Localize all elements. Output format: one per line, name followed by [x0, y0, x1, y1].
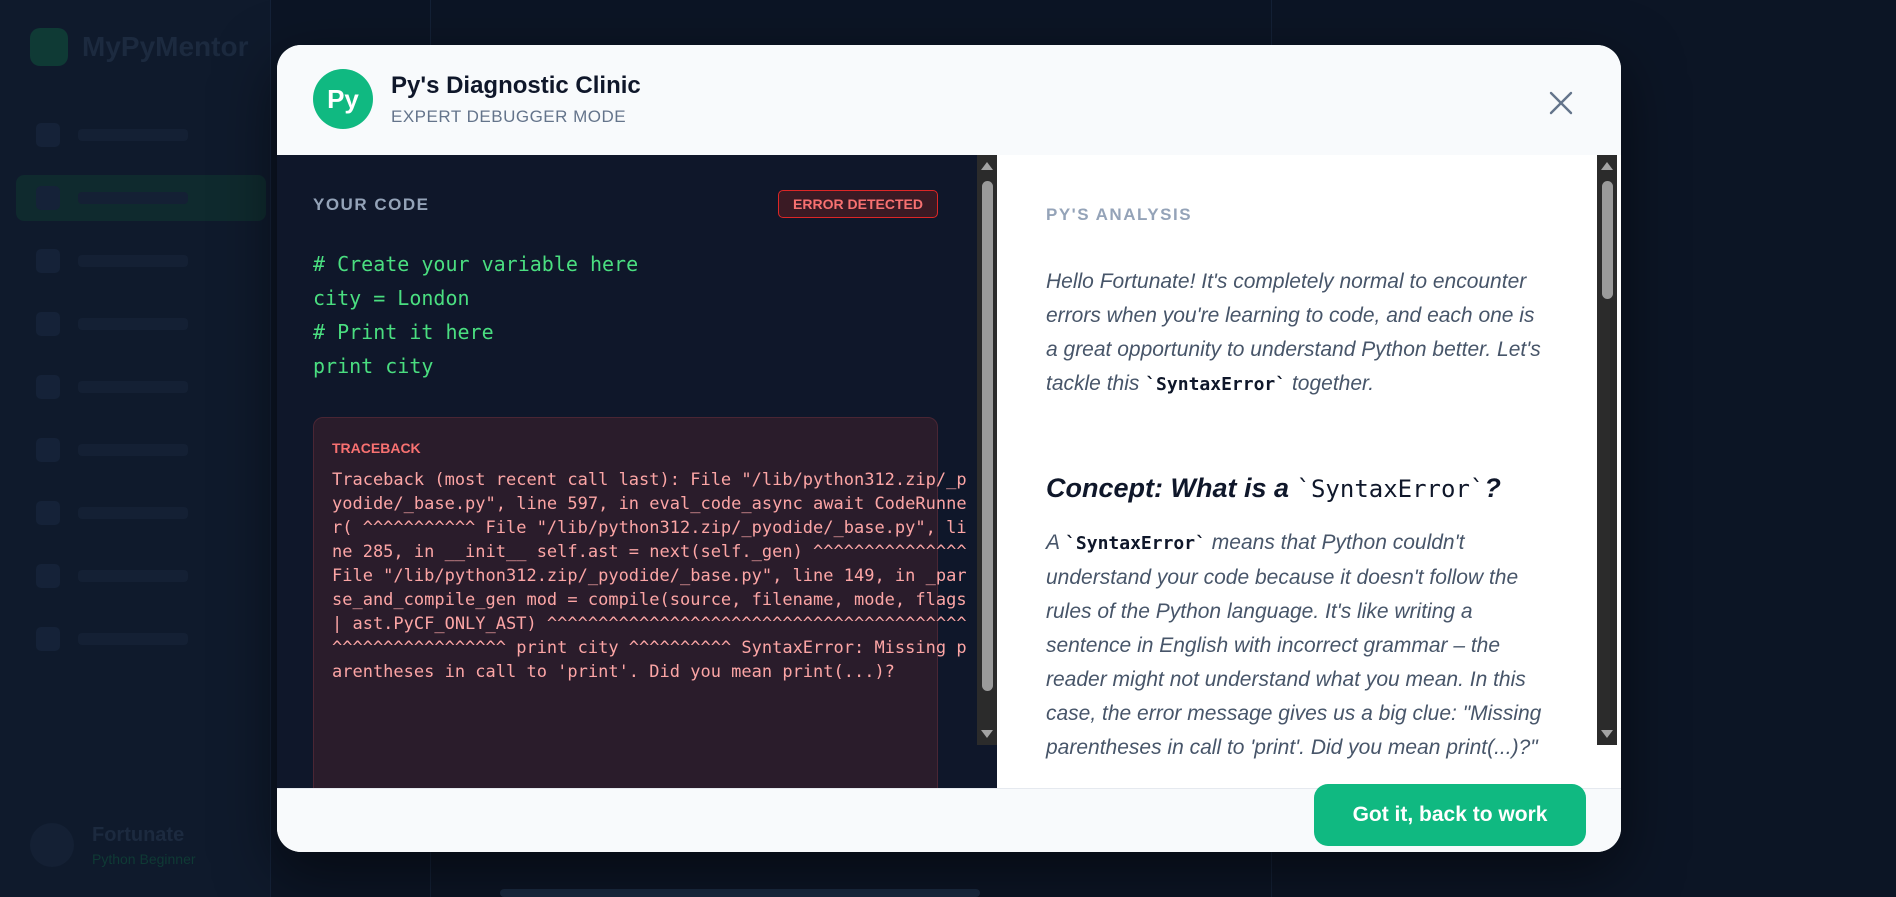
- nav-icon: [36, 375, 60, 399]
- py-avatar: Py: [313, 69, 373, 129]
- nav-icon: [36, 627, 60, 651]
- traceback-text: Traceback (most recent call last): File …: [332, 470, 977, 682]
- close-icon: [1549, 91, 1573, 115]
- code-line: city = London: [313, 286, 470, 310]
- modal-footer: Got it, back to work: [277, 784, 1621, 852]
- nav-label-placeholder: [78, 192, 188, 204]
- analysis-label: PY'S ANALYSIS: [1046, 205, 1193, 224]
- code-line: # Print it here: [313, 320, 494, 344]
- nav-icon: [36, 438, 60, 462]
- sidebar-item: [16, 553, 266, 599]
- paragraph-text: A: [1046, 531, 1066, 554]
- user-role: Python Beginner: [92, 850, 196, 867]
- nav-icon: [36, 186, 60, 210]
- scroll-up-arrow-icon[interactable]: [1601, 162, 1613, 170]
- inline-code: `SyntaxError`: [1296, 475, 1485, 503]
- nav-icon: [36, 123, 60, 147]
- scroll-up-arrow-icon[interactable]: [981, 162, 993, 170]
- nav-label-placeholder: [78, 318, 188, 330]
- analysis-intro: Hello Fortunate! It's completely normal …: [1046, 265, 1551, 402]
- logo-icon: [30, 28, 68, 66]
- modal-body: YOUR CODE ERROR DETECTED # Create your v…: [277, 155, 1621, 788]
- sidebar-item: [16, 238, 266, 284]
- nav-icon: [36, 564, 60, 588]
- diagnostic-modal: Py Py's Diagnostic Clinic EXPERT DEBUGGE…: [277, 45, 1621, 852]
- avatar: [30, 823, 74, 867]
- background-user: Fortunate Python Beginner: [30, 823, 196, 867]
- user-name: Fortunate: [92, 823, 185, 846]
- inline-code: `SyntaxError`: [1145, 374, 1287, 395]
- background-sidebar: MyPyMentor Fortunate Python Beginner: [0, 0, 271, 897]
- nav-label-placeholder: [78, 633, 188, 645]
- nav-label-placeholder: [78, 507, 188, 519]
- code-block: # Create your variable here city = London…: [313, 247, 638, 383]
- concept-paragraph: A `SyntaxError` means that Python couldn…: [1046, 526, 1551, 765]
- heading-text: Concept: What is a: [1046, 473, 1297, 503]
- modal-header: Py Py's Diagnostic Clinic EXPERT DEBUGGE…: [277, 45, 1621, 156]
- error-badge: ERROR DETECTED: [778, 190, 938, 218]
- paragraph-text-end: means that Python couldn't understand yo…: [1046, 531, 1542, 759]
- analysis-scroll-thumb[interactable]: [1602, 181, 1613, 299]
- close-button[interactable]: [1539, 81, 1583, 125]
- sidebar-item: [16, 364, 266, 410]
- nav-label-placeholder: [78, 444, 188, 456]
- sidebar-item: [16, 490, 266, 536]
- intro-text-end: together.: [1286, 372, 1375, 395]
- scroll-down-arrow-icon[interactable]: [981, 730, 993, 738]
- nav-label-placeholder: [78, 129, 188, 141]
- sidebar-item-active: [16, 175, 266, 221]
- your-code-label: YOUR CODE: [313, 195, 430, 214]
- sidebar-item: [16, 301, 266, 347]
- code-line: # Create your variable here: [313, 252, 639, 276]
- analysis-panel-scrollbar[interactable]: [1597, 155, 1617, 745]
- background-nav: [16, 112, 266, 679]
- concept-heading: Concept: What is a `SyntaxError`?: [1046, 473, 1501, 504]
- nav-icon: [36, 249, 60, 273]
- background-scrollbar: [500, 889, 980, 897]
- sidebar-item: [16, 112, 266, 158]
- nav-icon: [36, 501, 60, 525]
- nav-label-placeholder: [78, 255, 188, 267]
- code-panel-scrollbar[interactable]: [977, 155, 997, 745]
- traceback-box: TRACEBACK Traceback (most recent call la…: [313, 417, 967, 788]
- brand-name: MyPyMentor: [82, 31, 249, 62]
- back-to-work-button[interactable]: Got it, back to work: [1314, 784, 1586, 846]
- scroll-down-arrow-icon[interactable]: [1601, 730, 1613, 738]
- nav-icon: [36, 312, 60, 336]
- inline-code: `SyntaxError`: [1065, 533, 1206, 554]
- traceback-label: TRACEBACK: [332, 440, 421, 456]
- user-info: Fortunate Python Beginner: [92, 824, 196, 867]
- code-scroll-thumb[interactable]: [982, 181, 993, 691]
- nav-label-placeholder: [78, 381, 188, 393]
- sidebar-item: [16, 427, 266, 473]
- code-line: print city: [313, 354, 434, 378]
- heading-text-end: ?: [1484, 473, 1501, 503]
- background-brand: MyPyMentor: [30, 28, 248, 66]
- sidebar-item: [16, 616, 266, 662]
- modal-title: Py's Diagnostic Clinic: [391, 72, 641, 99]
- modal-subtitle: EXPERT DEBUGGER MODE: [391, 107, 627, 126]
- nav-label-placeholder: [78, 570, 188, 582]
- code-panel: YOUR CODE ERROR DETECTED # Create your v…: [277, 155, 997, 788]
